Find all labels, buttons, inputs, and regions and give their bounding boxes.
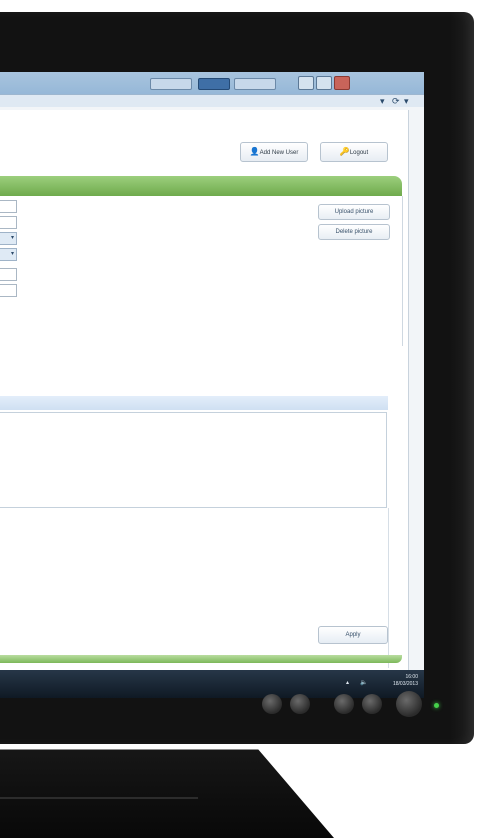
monitor-stand bbox=[0, 749, 334, 838]
add-new-user-label: Add New User bbox=[259, 150, 299, 156]
select-field-2[interactable]: ▾ bbox=[0, 248, 17, 261]
text-field-1[interactable] bbox=[0, 200, 17, 213]
chevron-down-icon: ▾ bbox=[10, 235, 14, 241]
clock-date: 18/03/2013 bbox=[392, 681, 418, 687]
monitor-button-3[interactable] bbox=[334, 694, 354, 714]
stand-highlight bbox=[0, 797, 198, 799]
app-area: 👤Add New User 🔑Logout ▾ ▾ Upload picture… bbox=[0, 110, 409, 670]
logout-label: Logout bbox=[349, 150, 369, 156]
monitor-button-4[interactable] bbox=[362, 694, 382, 714]
power-led bbox=[434, 703, 439, 708]
monitor-frame: ▾ ⟳ ▾ 👤Add New User 🔑Logout ▾ ▾ Upload p… bbox=[0, 12, 474, 744]
monitor-button-2[interactable] bbox=[290, 694, 310, 714]
taskbar: ▴ 🔈 16:00 18/03/2013 bbox=[0, 670, 424, 698]
browser-tab-3[interactable] bbox=[234, 78, 276, 90]
menu-dropdown-icon[interactable]: ▾ bbox=[404, 95, 409, 107]
refresh-icon[interactable]: ⟳ bbox=[392, 95, 400, 107]
maximize-button[interactable] bbox=[316, 76, 332, 90]
user-icon: 👤 bbox=[249, 147, 260, 156]
power-button[interactable] bbox=[396, 691, 422, 717]
apply-button[interactable]: Apply bbox=[318, 626, 388, 644]
address-bar[interactable]: ▾ ⟳ ▾ bbox=[0, 94, 424, 107]
text-field-2[interactable] bbox=[0, 216, 17, 229]
text-field-3[interactable] bbox=[0, 268, 17, 281]
monitor-gloss bbox=[450, 12, 474, 744]
monitor-button-1[interactable] bbox=[262, 694, 282, 714]
form-panel: ▾ ▾ Upload picture Delete picture bbox=[0, 196, 403, 346]
window-titlebar: ▾ ⟳ ▾ bbox=[0, 72, 424, 107]
browser-tab-1[interactable] bbox=[150, 78, 192, 90]
section-header-bar bbox=[0, 176, 402, 196]
arrow-up-icon[interactable]: ▴ bbox=[346, 679, 349, 686]
select-field-1[interactable]: ▾ bbox=[0, 232, 17, 245]
add-new-user-button[interactable]: 👤Add New User bbox=[240, 142, 308, 162]
key-icon: 🔑 bbox=[339, 147, 350, 156]
logout-button[interactable]: 🔑Logout bbox=[320, 142, 388, 162]
clock[interactable]: 16:00 18/03/2013 bbox=[393, 674, 418, 688]
dropdown-icon[interactable]: ▾ bbox=[380, 95, 385, 107]
subsection-header bbox=[0, 396, 388, 410]
close-button[interactable] bbox=[334, 76, 350, 90]
footer-bar bbox=[0, 655, 402, 663]
lower-panel bbox=[0, 508, 389, 668]
delete-picture-button[interactable]: Delete picture bbox=[318, 224, 390, 240]
browser-tab-2[interactable] bbox=[198, 78, 230, 90]
upload-picture-button[interactable]: Upload picture bbox=[318, 204, 390, 220]
minimize-button[interactable] bbox=[298, 76, 314, 90]
text-field-4[interactable] bbox=[0, 284, 17, 297]
chevron-down-icon: ▾ bbox=[10, 251, 14, 257]
notes-textarea[interactable] bbox=[0, 412, 387, 508]
volume-icon[interactable]: 🔈 bbox=[360, 679, 367, 686]
clock-time: 16:00 bbox=[405, 674, 418, 680]
screen: ▾ ⟳ ▾ 👤Add New User 🔑Logout ▾ ▾ Upload p… bbox=[0, 72, 424, 698]
